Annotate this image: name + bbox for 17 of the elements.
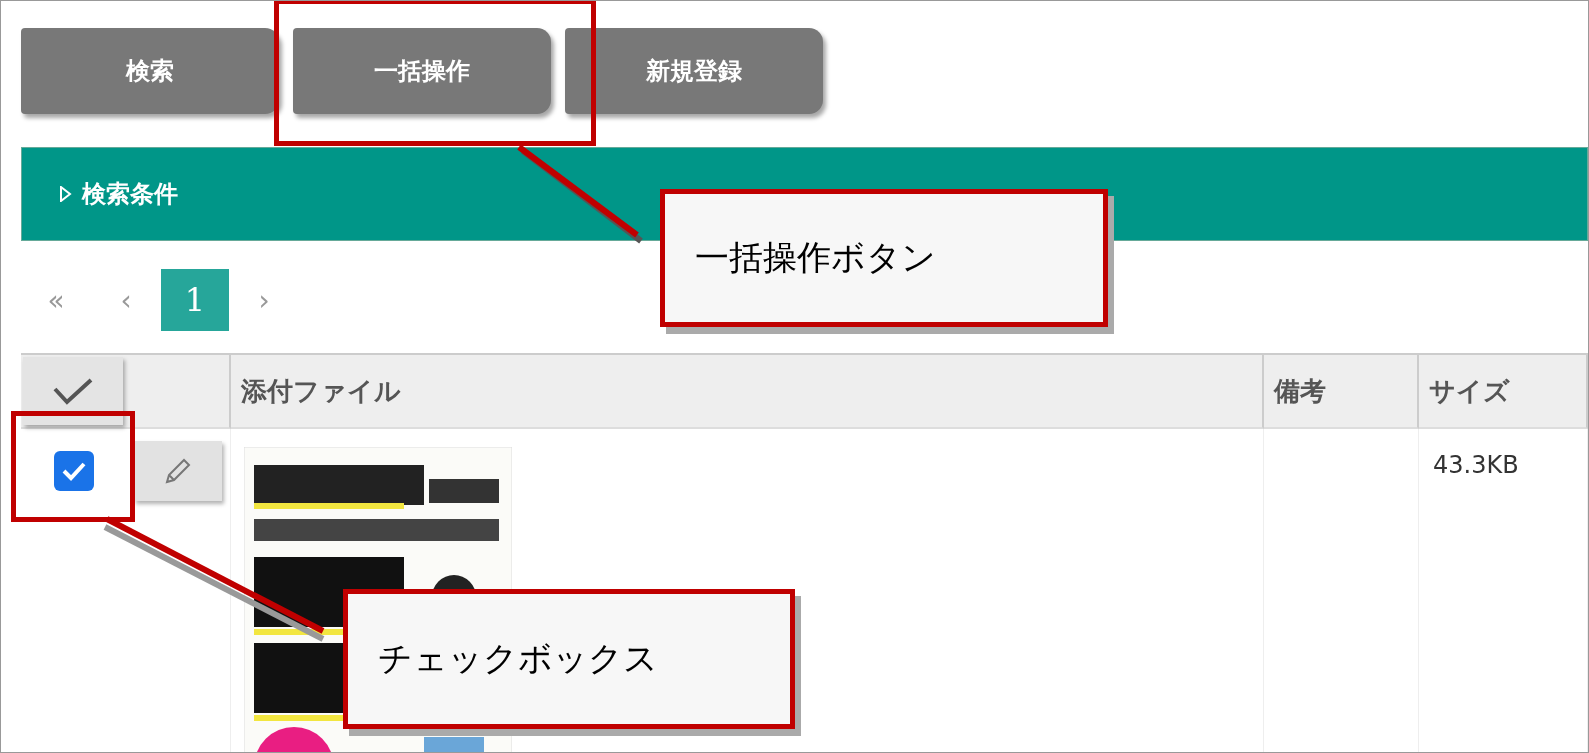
select-all-button[interactable] bbox=[23, 357, 123, 425]
column-header: サイズ bbox=[1419, 355, 1588, 429]
column-header: 添付ファイル bbox=[231, 355, 1264, 429]
table-cell-text: 43.3KB bbox=[1432, 450, 1519, 479]
checkmark-icon bbox=[61, 460, 87, 482]
edit-button[interactable] bbox=[134, 441, 222, 501]
toolbar-button[interactable]: 一括操作 bbox=[293, 28, 551, 114]
panel-title: 検索条件 bbox=[82, 179, 178, 210]
pager-nav-button[interactable]: ‹ bbox=[91, 269, 161, 331]
checkbox[interactable] bbox=[54, 451, 94, 491]
pencil-icon bbox=[163, 456, 193, 486]
pager-nav-button[interactable]: › bbox=[229, 269, 299, 331]
column-header: 備考 bbox=[1264, 355, 1419, 429]
page-button[interactable]: 1 bbox=[161, 269, 229, 331]
pager-nav-button[interactable]: « bbox=[21, 269, 91, 331]
toolbar-button[interactable]: 新規登録 bbox=[565, 28, 823, 114]
check-icon bbox=[53, 377, 93, 405]
